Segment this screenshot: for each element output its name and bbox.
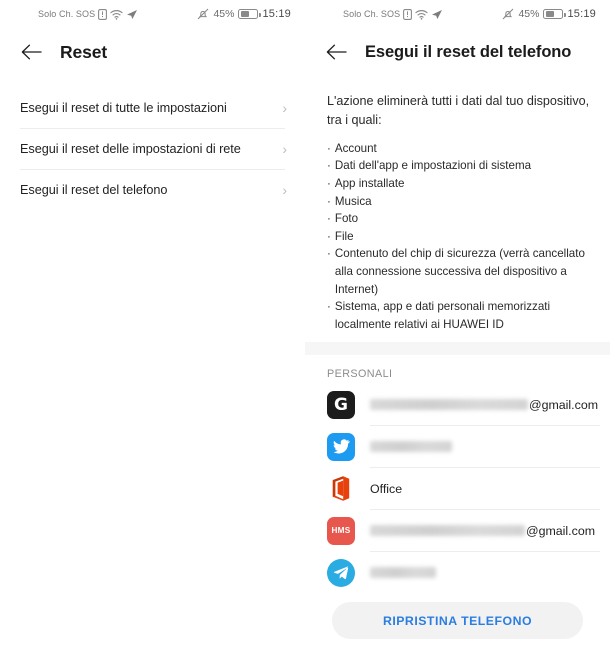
status-bar-left-group: Solo Ch. SOS xyxy=(38,8,138,20)
list-item[interactable] xyxy=(327,552,610,593)
twitter-icon-glyph xyxy=(327,432,355,461)
list-item: · Account xyxy=(327,140,594,158)
list-item: · Sistema, app e dati personali memorizz… xyxy=(327,298,594,333)
ringer-muted-icon xyxy=(502,8,514,20)
account-suffix: Office xyxy=(370,481,403,496)
status-bar-left: Solo Ch. SOS 45% 15:19 xyxy=(0,0,305,28)
list-item[interactable]: Office xyxy=(327,468,610,509)
chevron-right-icon: › xyxy=(282,100,287,116)
account-suffix: @gmail.com xyxy=(526,523,596,538)
hms-icon: HMS xyxy=(327,516,355,545)
list-item-label: Esegui il reset del telefono xyxy=(20,183,168,197)
list-item-label: Foto xyxy=(334,212,359,226)
battery-icon xyxy=(543,9,566,19)
telegram-icon-glyph xyxy=(327,558,355,587)
reset-phone-button[interactable]: RIPRISTINA TELEFONO xyxy=(332,602,583,639)
account-suffix: @gmail.com xyxy=(529,397,599,412)
status-bar-left-group: Solo Ch. SOS xyxy=(343,8,443,20)
description-text: L'azione eliminerà tutti i dati dal tuo … xyxy=(327,94,590,127)
account-label xyxy=(370,567,610,579)
account-label: @gmail.com xyxy=(370,524,610,538)
dual-screenshot-container: Solo Ch. SOS 45% 15:19 Reset Esegui il r… xyxy=(0,0,610,657)
list-item-label: File xyxy=(334,229,354,243)
right-screen-reset-phone: Solo Ch. SOS 45% 15:19 Esegui il reset d… xyxy=(305,0,610,657)
location-arrow-icon xyxy=(431,9,443,20)
account-label xyxy=(370,441,610,453)
wifi-icon xyxy=(110,9,123,20)
list-item[interactable]: HMS @gmail.com xyxy=(327,510,610,551)
list-item: · Musica xyxy=(327,193,594,211)
battery-percent-label: 45% xyxy=(518,8,540,20)
title-bar-left: Reset xyxy=(0,28,305,76)
chevron-right-icon: › xyxy=(282,141,287,157)
carrier-label: Solo Ch. SOS xyxy=(343,9,401,19)
list-item-label: Dati dell'app e impostazioni di sistema xyxy=(334,159,532,173)
list-item-label: Esegui il reset di tutte le impostazioni xyxy=(20,101,227,115)
redacted-text xyxy=(370,441,452,453)
chevron-right-icon: › xyxy=(282,182,287,198)
list-item[interactable] xyxy=(327,426,610,467)
battery-percent-label: 45% xyxy=(213,8,235,20)
battery-icon xyxy=(238,9,261,19)
erased-items-list: · Account · Dati dell'app e impostazioni… xyxy=(305,130,610,334)
accounts-list: G @gmail.com Office HMS @gmail.com xyxy=(305,384,610,593)
google-icon: G xyxy=(327,390,355,419)
page-title: Reset xyxy=(60,41,108,62)
reset-options-list: Esegui il reset di tutte le impostazioni… xyxy=(0,76,305,210)
list-item-label: Sistema, app e dati personali memorizzat… xyxy=(334,300,551,331)
sidebar-item-reset-network-settings[interactable]: Esegui il reset delle impostazioni di re… xyxy=(0,129,305,169)
section-header-personali: PERSONALI xyxy=(327,368,393,381)
page-title: Esegui il reset del telefono xyxy=(365,42,572,61)
list-item-label: App installate xyxy=(334,177,405,190)
bullet-marker: · xyxy=(327,247,331,261)
bullet-marker: · xyxy=(327,194,331,208)
sim-card-icon xyxy=(403,8,413,20)
bottom-action-bar: RIPRISTINA TELEFONO xyxy=(305,602,610,639)
bullet-marker: · xyxy=(327,229,331,243)
google-icon-glyph: G xyxy=(327,390,355,419)
list-item-label: Musica xyxy=(334,194,372,208)
status-bar-right-group: 45% 15:19 xyxy=(502,8,596,20)
bullet-marker: · xyxy=(327,177,331,190)
account-label: Office xyxy=(370,482,610,496)
list-item: · App installate xyxy=(327,175,594,193)
account-label: @gmail.com xyxy=(370,398,610,412)
back-arrow-icon[interactable] xyxy=(18,39,44,65)
bullet-marker: · xyxy=(327,159,331,173)
office-icon xyxy=(327,475,355,503)
hms-icon-glyph: HMS xyxy=(327,516,355,545)
list-item: · Dati dell'app e impostazioni di sistem… xyxy=(327,157,594,175)
list-item[interactable]: G @gmail.com xyxy=(327,384,610,425)
location-arrow-icon xyxy=(126,9,138,20)
sidebar-item-reset-all-settings[interactable]: Esegui il reset di tutte le impostazioni… xyxy=(0,88,305,128)
status-bar-right-group: 45% 15:19 xyxy=(197,8,291,20)
clock-label: 15:19 xyxy=(262,8,291,20)
list-item-label: Esegui il reset delle impostazioni di re… xyxy=(20,142,241,156)
wifi-icon xyxy=(415,9,428,20)
redacted-text xyxy=(370,567,436,579)
carrier-label: Solo Ch. SOS xyxy=(38,9,96,19)
bullet-marker: · xyxy=(327,141,331,155)
section-separator-band xyxy=(305,342,610,356)
redacted-text xyxy=(370,399,528,411)
title-bar-right: Esegui il reset del telefono xyxy=(305,28,610,76)
ringer-muted-icon xyxy=(197,8,209,20)
office-icon-glyph xyxy=(332,476,350,502)
back-arrow-icon[interactable] xyxy=(323,39,349,65)
left-screen-reset: Solo Ch. SOS 45% 15:19 Reset Esegui il r… xyxy=(0,0,305,657)
list-item-label: Contenuto del chip di sicurezza (verrà c… xyxy=(334,247,585,296)
clock-label: 15:19 xyxy=(567,8,596,20)
sim-card-icon xyxy=(98,8,108,20)
sidebar-item-reset-phone[interactable]: Esegui il reset del telefono › xyxy=(0,170,305,210)
list-item: · Contenuto del chip di sicurezza (verrà… xyxy=(327,245,594,298)
bullet-marker: · xyxy=(327,300,331,314)
list-item-label: Account xyxy=(334,141,377,155)
list-item: · File xyxy=(327,228,594,246)
telegram-icon xyxy=(327,558,355,587)
twitter-icon xyxy=(327,432,355,461)
bullet-marker: · xyxy=(327,212,331,226)
status-bar-right: Solo Ch. SOS 45% 15:19 xyxy=(305,0,610,28)
redacted-text xyxy=(370,525,525,537)
list-item: · Foto xyxy=(327,210,594,228)
